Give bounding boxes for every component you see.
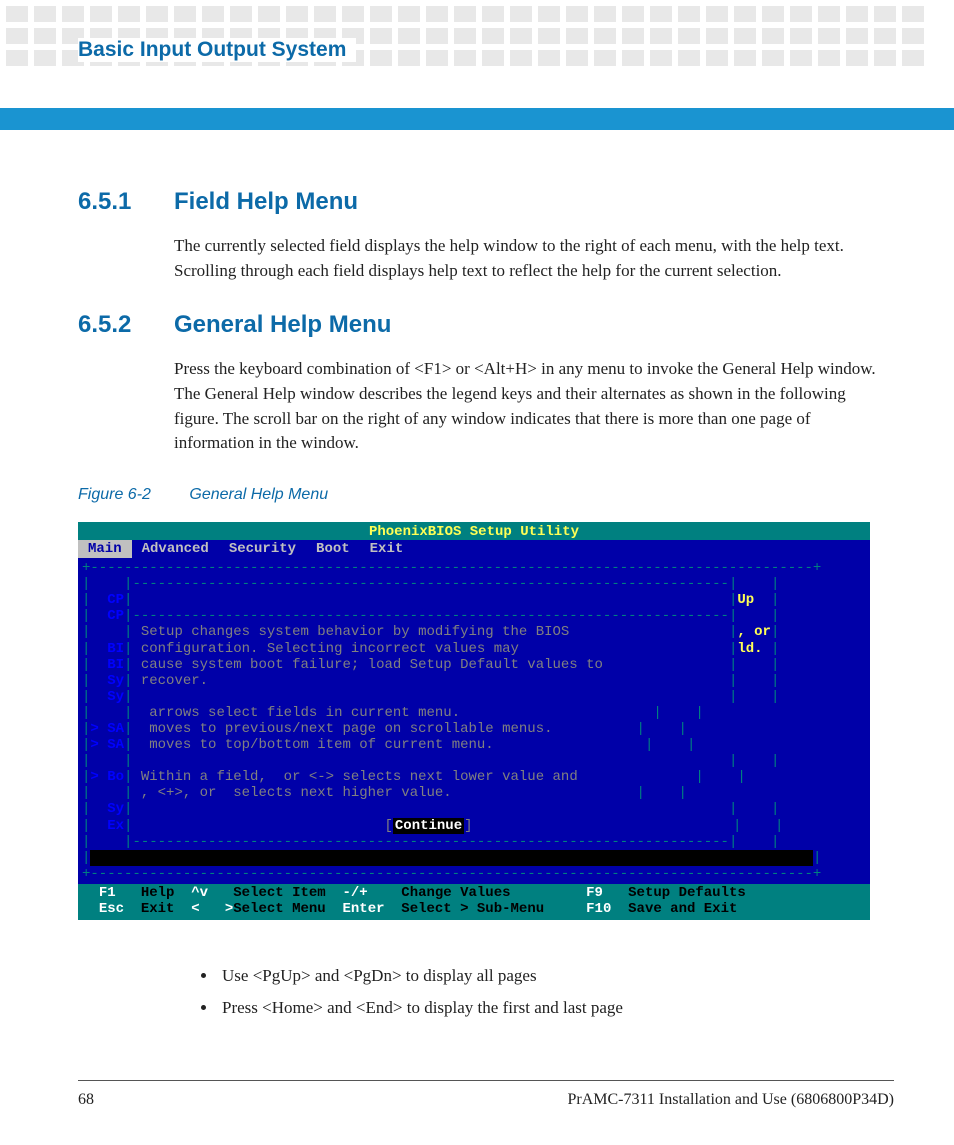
bios-tab-boot: Boot <box>306 540 360 558</box>
bios-title: PhoenixBIOS Setup Utility <box>78 522 870 540</box>
section-title: General Help Menu <box>174 311 391 339</box>
bios-tab-main: Main <box>78 540 132 558</box>
page-footer: 68 PrAMC-7311 Installation and Use (6806… <box>78 1080 894 1109</box>
bios-screenshot: PhoenixBIOS Setup Utility Main Advanced … <box>78 522 870 920</box>
section-body: Press the keyboard combination of <F1> o… <box>174 357 894 456</box>
bios-tab-exit: Exit <box>360 540 414 558</box>
section-number: 6.5.1 <box>78 188 174 216</box>
page-number: 68 <box>78 1091 94 1109</box>
bios-menu-bar: Main Advanced Security Boot Exit <box>78 540 870 558</box>
list-item: Press <Home> and <End> to display the fi… <box>218 992 894 1024</box>
bullet-list: Use <PgUp> and <PgDn> to display all pag… <box>198 960 894 1025</box>
bios-tab-advanced: Advanced <box>132 540 219 558</box>
section-title: Field Help Menu <box>174 188 358 216</box>
section-number: 6.5.2 <box>78 311 174 339</box>
figure-caption: Figure 6-2 General Help Menu <box>78 486 894 504</box>
section-body: The currently selected field displays th… <box>174 234 894 283</box>
chapter-title: Basic Input Output System <box>78 38 356 62</box>
bios-footer: F1 Help ^v Select Item -/+ Change Values… <box>78 884 870 920</box>
list-item: Use <PgUp> and <PgDn> to display all pag… <box>218 960 894 992</box>
bios-continue-button: Continue <box>393 818 464 834</box>
section-heading: 6.5.2 General Help Menu <box>78 311 894 339</box>
bios-panel: +---------------------------------------… <box>78 558 870 884</box>
header-bar <box>0 108 954 130</box>
figure-number: Figure 6-2 <box>78 486 151 503</box>
figure-title: General Help Menu <box>189 486 328 503</box>
section-heading: 6.5.1 Field Help Menu <box>78 188 894 216</box>
bios-tab-security: Security <box>219 540 306 558</box>
doc-footer-text: PrAMC-7311 Installation and Use (6806800… <box>568 1091 895 1109</box>
